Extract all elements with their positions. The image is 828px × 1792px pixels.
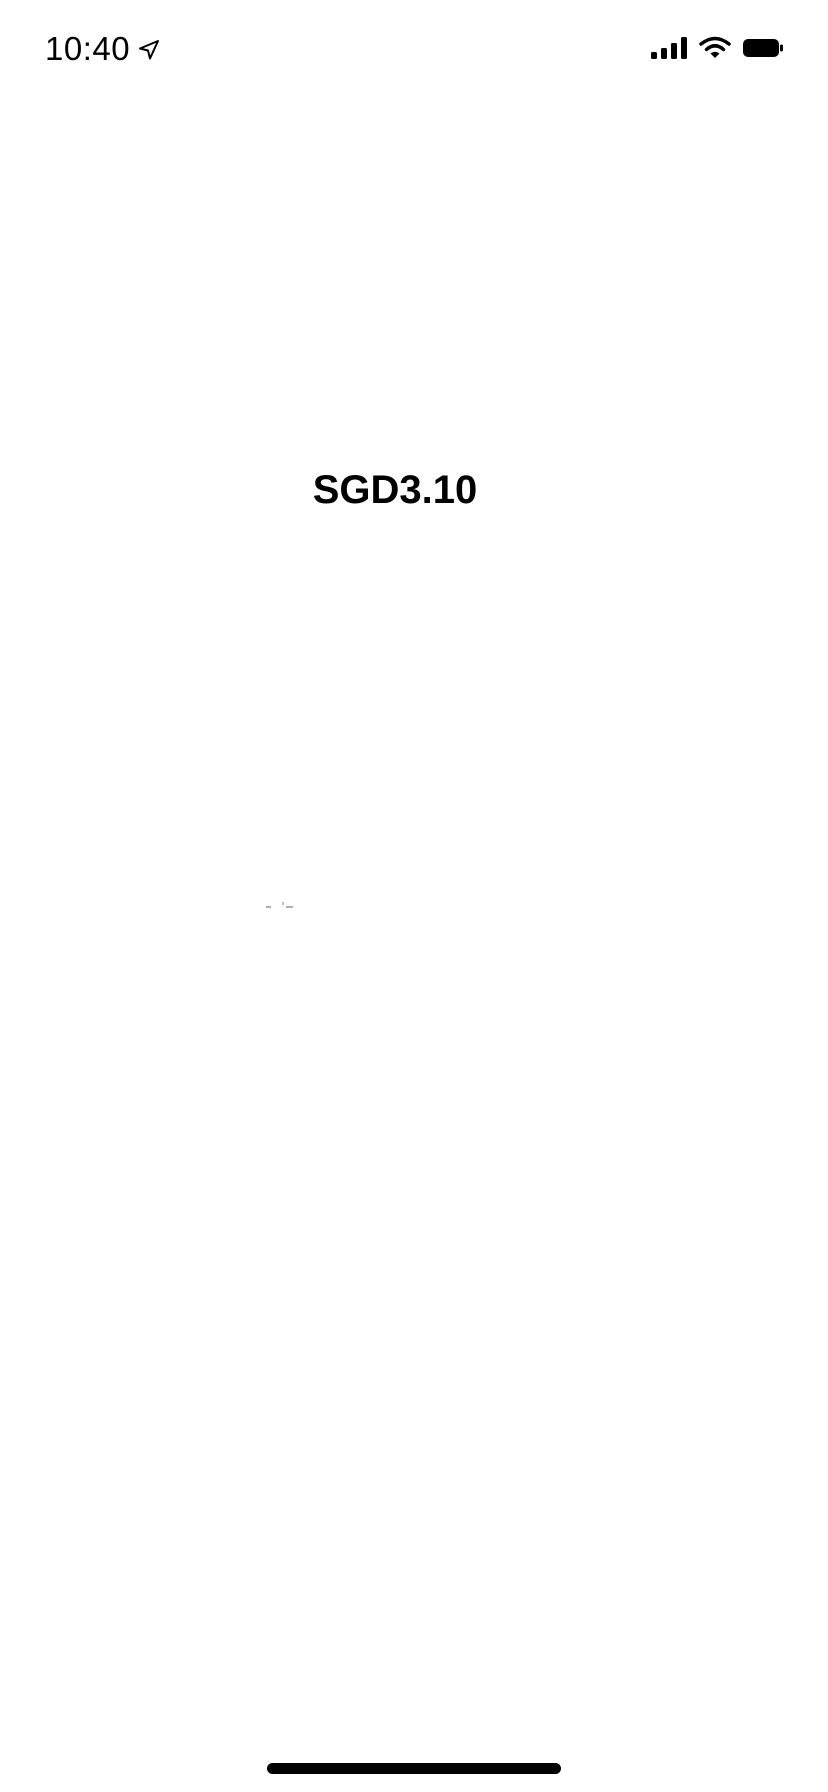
status-icons: [651, 34, 783, 66]
location-arrow-icon: [138, 39, 160, 61]
status-bar: 10:40: [0, 0, 828, 100]
battery-icon: [743, 38, 783, 63]
wifi-icon: [699, 36, 731, 65]
status-time-group: 10:40: [45, 27, 160, 71]
status-time: 10:40: [45, 30, 131, 67]
price-label: SGD3.10: [312, 468, 478, 512]
home-indicator[interactable]: [267, 1763, 561, 1774]
loading-indicator-icon: [264, 898, 300, 914]
cellular-signal-icon: [651, 36, 687, 64]
